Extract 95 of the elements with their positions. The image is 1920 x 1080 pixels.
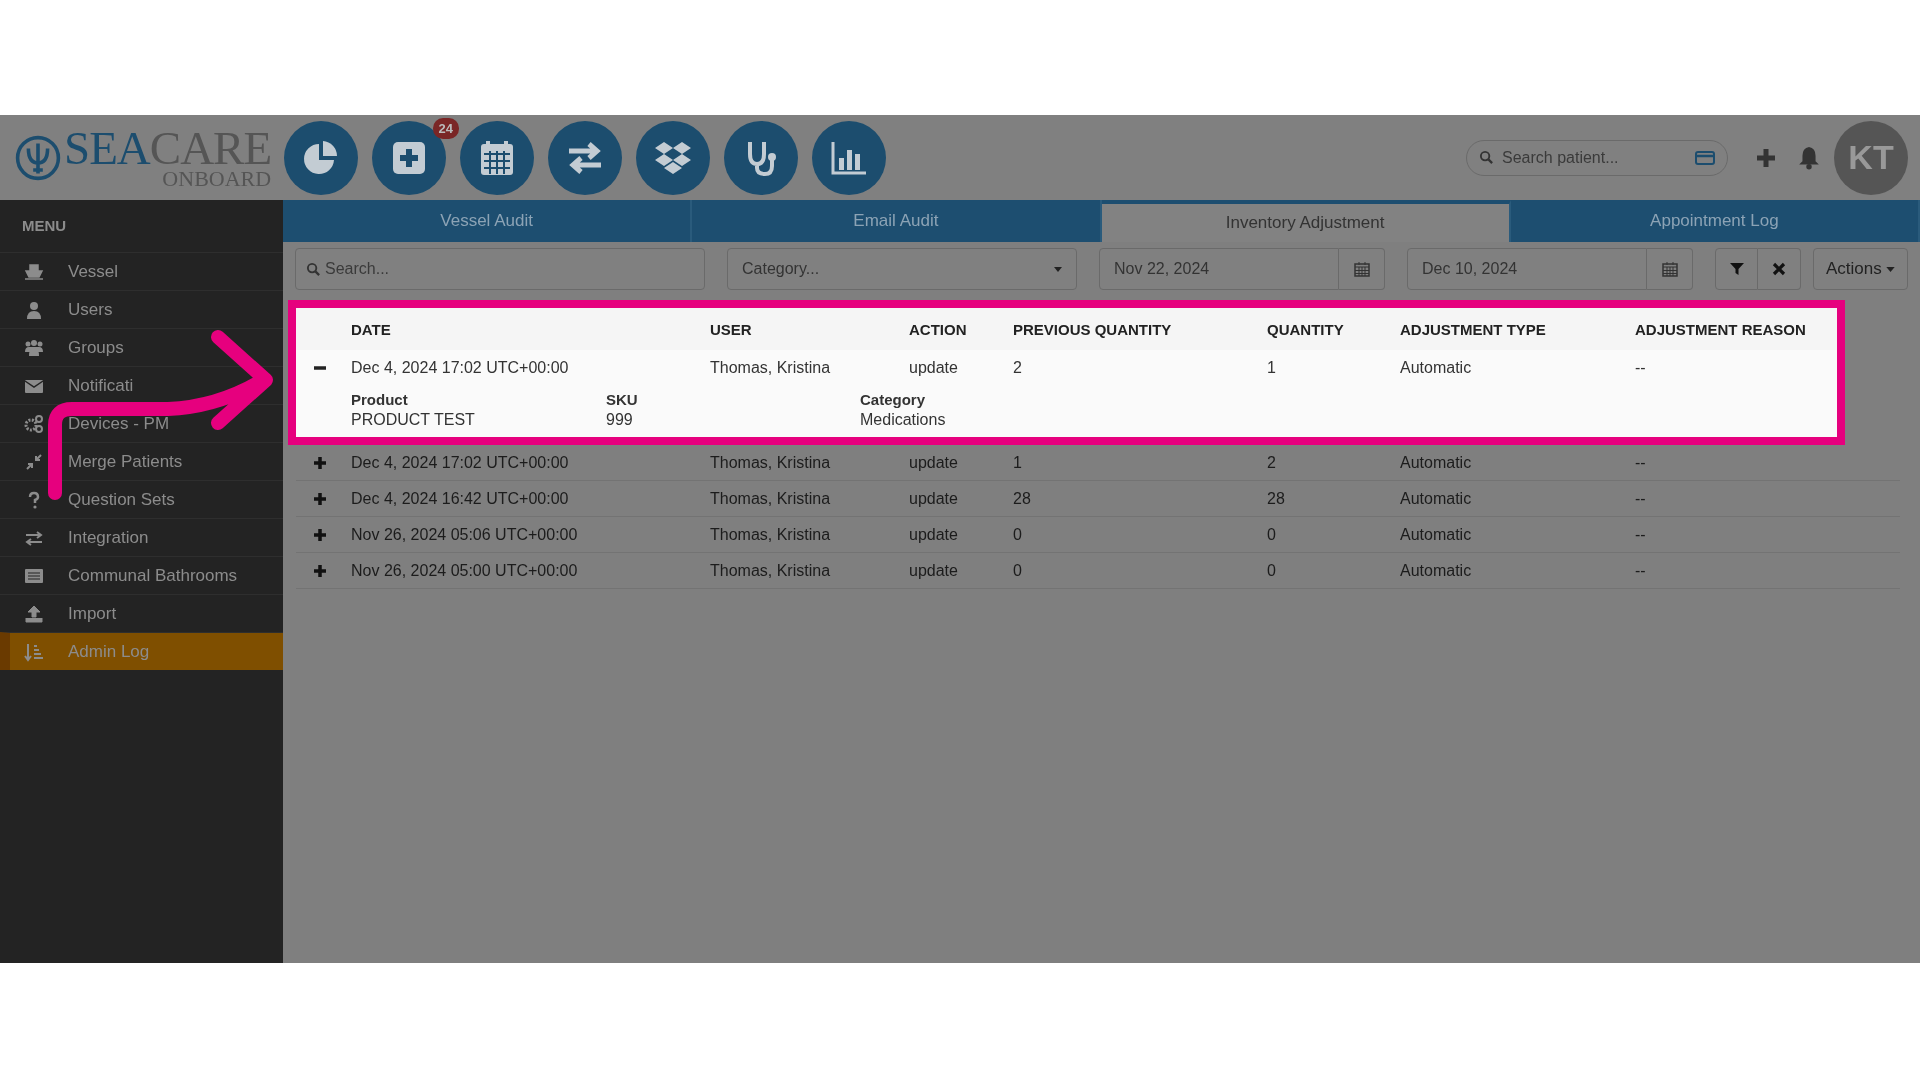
sidebar-item[interactable]: Integration [0, 518, 283, 556]
table-cell-text: -- [1635, 561, 1647, 580]
gears-icon [24, 413, 44, 434]
filter-icon [1729, 262, 1744, 276]
table-cell-text: -- [1635, 453, 1647, 472]
sidebar-item[interactable]: Communal Bathrooms [0, 556, 283, 594]
count-badge: 24 [432, 117, 459, 139]
sidebar-item[interactable]: Notificati [0, 366, 283, 404]
table-cell-text: -- [1635, 358, 1647, 377]
table-cell-text: Automatic [1400, 525, 1473, 544]
column-header: ADJUSTMENT TYPE [1400, 320, 1547, 338]
search-icon [306, 261, 321, 277]
table-cell-text: update [909, 453, 959, 472]
table-cell-text: Thomas, Kristina [710, 561, 832, 580]
detail-label: Product [351, 391, 409, 408]
table-cell-text: 0 [1267, 561, 1277, 580]
table-cell-text: update [909, 561, 959, 580]
user-icon [24, 299, 44, 320]
table-cell-text: 0 [1013, 561, 1023, 580]
table-cell-text: Thomas, Kristina [710, 453, 832, 472]
table-cell-text: Nov 26, 2024 05:00 UTC+00:00 [351, 561, 579, 580]
table-cell-text: 0 [1013, 525, 1023, 544]
sidebar-item[interactable]: Devices - PM [0, 404, 283, 442]
table-cell-text: Thomas, Kristina [710, 489, 832, 508]
column-header: PREVIOUS QUANTITY [1013, 320, 1173, 338]
table-cell-text: Dec 4, 2024 17:02 UTC+00:00 [351, 453, 570, 472]
table-cell-text: Automatic [1400, 358, 1473, 377]
tab[interactable]: Inventory Adjustment [1101, 200, 1511, 242]
notification-bell-icon[interactable] [1798, 145, 1820, 170]
calendar-button[interactable] [1339, 248, 1385, 290]
users-icon [24, 337, 44, 358]
table-cell-text: 2 [1013, 358, 1023, 377]
column-header: ACTION [909, 320, 968, 338]
table-cell-text: Thomas, Kristina [710, 358, 832, 377]
sidebar-item[interactable]: Question Sets [0, 480, 283, 518]
search-icon [1479, 150, 1494, 165]
table-cell-text: update [909, 489, 959, 508]
sidebar-item[interactable]: Users [0, 290, 283, 328]
date-field[interactable]: Nov 22, 2024 [1099, 248, 1339, 290]
sort-icon [24, 641, 44, 662]
date-field[interactable]: Dec 10, 2024 [1407, 248, 1647, 290]
clear-button[interactable] [1758, 248, 1801, 290]
sidebar-item[interactable]: Admin Log [0, 632, 283, 670]
table-cell-text: -- [1635, 489, 1647, 508]
expand-icon[interactable] [312, 491, 327, 506]
column-header: ADJUSTMENT REASON [1635, 320, 1807, 338]
table-cell-text: 2 [1267, 453, 1277, 472]
table-cell-text: Automatic [1400, 453, 1473, 472]
sidebar-item[interactable]: Merge Patients [0, 442, 283, 480]
calendar-icon [1661, 261, 1678, 277]
column-header: USER [710, 320, 753, 338]
table-cell-text: Automatic [1400, 561, 1473, 580]
column-header: QUANTITY [1267, 320, 1345, 338]
table-cell-text: Dec 4, 2024 17:02 UTC+00:00 [351, 358, 570, 377]
logo-text: SEA [64, 122, 150, 174]
calendar-button[interactable] [1647, 248, 1693, 290]
table-cell-text: Nov 26, 2024 05:06 UTC+00:00 [351, 525, 579, 544]
caret-icon [1054, 266, 1062, 272]
table-cell-text: 1 [1267, 358, 1277, 377]
column-header: DATE [351, 320, 392, 338]
add-icon[interactable] [1756, 147, 1776, 168]
table-cell-text: 28 [1013, 489, 1032, 508]
table-cell-text: update [909, 358, 959, 377]
table-cell-text: Thomas, Kristina [710, 525, 832, 544]
category-dropdown[interactable]: Category... [727, 248, 1077, 290]
table-cell-text: Dec 4, 2024 16:42 UTC+00:00 [351, 489, 570, 508]
actions-button[interactable]: Actions [1813, 248, 1908, 290]
trident-logo-icon [14, 133, 62, 182]
menu-title: MENU [21, 216, 68, 236]
table-cell-text: -- [1635, 525, 1647, 544]
sidebar-item[interactable]: Groups [0, 328, 283, 366]
search-field[interactable]: Search... [295, 248, 705, 290]
table-cell-text: 28 [1267, 489, 1286, 508]
expand-icon[interactable] [312, 455, 327, 470]
close-icon [1772, 262, 1786, 276]
table-cell-text: 1 [1013, 453, 1023, 472]
table-cell-text: update [909, 525, 959, 544]
table-cell-text: 0 [1267, 525, 1277, 544]
compress-arrows-icon [24, 451, 44, 472]
detail-value: 999 [606, 411, 634, 429]
logo-text: CARE [149, 122, 272, 174]
sidebar-item[interactable]: Vessel [0, 252, 283, 290]
calendar-icon [1353, 261, 1370, 277]
detail-value: PRODUCT TEST [351, 411, 476, 429]
expand-icon[interactable] [312, 563, 327, 578]
caret-icon [1885, 266, 1895, 272]
user-avatar[interactable]: KT [1834, 120, 1908, 195]
detail-label: Category [860, 391, 927, 408]
filter-button[interactable] [1715, 248, 1758, 290]
upload-icon [24, 603, 44, 624]
table-cell-text: Automatic [1400, 489, 1473, 508]
detail-value: Medications [860, 411, 946, 429]
detail-label: SKU [606, 391, 639, 408]
expand-icon[interactable] [312, 527, 327, 542]
card-icon [1695, 150, 1715, 165]
